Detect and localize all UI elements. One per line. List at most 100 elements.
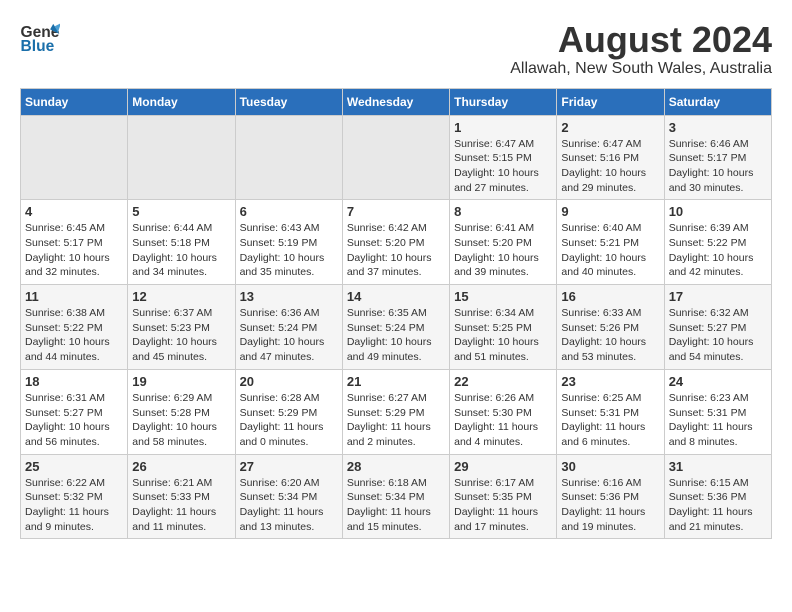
- day-info: Sunrise: 6:47 AMSunset: 5:16 PMDaylight:…: [561, 137, 659, 196]
- title-area: August 2024 Allawah, New South Wales, Au…: [510, 20, 772, 78]
- calendar-cell: 26Sunrise: 6:21 AMSunset: 5:33 PMDayligh…: [128, 454, 235, 539]
- calendar-cell: 9Sunrise: 6:40 AMSunset: 5:21 PMDaylight…: [557, 200, 664, 285]
- day-info: Sunrise: 6:39 AMSunset: 5:22 PMDaylight:…: [669, 221, 767, 280]
- day-number: 15: [454, 289, 552, 304]
- day-number: 24: [669, 374, 767, 389]
- day-number: 2: [561, 120, 659, 135]
- day-number: 5: [132, 204, 230, 219]
- calendar-cell: 4 Sunrise: 6:45 AMSunset: 5:17 PMDaylight…: [21, 200, 128, 285]
- day-number: 20: [240, 374, 338, 389]
- day-info: Sunrise: 6:15 AMSunset: 5:36 PMDaylight:…: [669, 476, 767, 535]
- calendar-cell: 15 Sunrise: 6:34 AMSunset: 5:25 PMDayligh…: [450, 285, 557, 370]
- day-number: 26: [132, 459, 230, 474]
- header-tuesday: Tuesday: [235, 88, 342, 115]
- day-info: Sunrise: 6:47 AMSunset: 5:15 PMDaylight:…: [454, 137, 552, 196]
- day-info: Sunrise: 6:26 AMSunset: 5:30 PMDaylight:…: [454, 391, 552, 450]
- logo-icon: General Blue: [20, 20, 60, 55]
- calendar-week-3: 18 Sunrise: 6:31 AMSunset: 5:27 PMDayligh…: [21, 369, 772, 454]
- calendar-table: Sunday Monday Tuesday Wednesday Thursday…: [20, 88, 772, 540]
- day-number: 31: [669, 459, 767, 474]
- calendar-cell: 22 Sunrise: 6:26 AMSunset: 5:30 PMDayligh…: [450, 369, 557, 454]
- header-thursday: Thursday: [450, 88, 557, 115]
- calendar-cell: 10 Sunrise: 6:39 AMSunset: 5:22 PMDayligh…: [664, 200, 771, 285]
- calendar-week-2: 11Sunrise: 6:38 AMSunset: 5:22 PMDayligh…: [21, 285, 772, 370]
- day-info: Sunrise: 6:22 AMSunset: 5:32 PMDaylight:…: [25, 476, 123, 535]
- calendar-cell: 12Sunrise: 6:37 AMSunset: 5:23 PMDayligh…: [128, 285, 235, 370]
- day-number: 16: [561, 289, 659, 304]
- day-info: Sunrise: 6:38 AMSunset: 5:22 PMDaylight:…: [25, 306, 123, 365]
- calendar-cell: 18 Sunrise: 6:31 AMSunset: 5:27 PMDayligh…: [21, 369, 128, 454]
- day-number: 22: [454, 374, 552, 389]
- day-number: 8: [454, 204, 552, 219]
- day-info: Sunrise: 6:18 AMSunset: 5:34 PMDaylight:…: [347, 476, 445, 535]
- day-info: Sunrise: 6:41 AMSunset: 5:20 PMDaylight:…: [454, 221, 552, 280]
- day-number: 18: [25, 374, 123, 389]
- day-info: Sunrise: 6:45 AMSunset: 5:17 PMDaylight:…: [25, 221, 123, 280]
- calendar-cell: 24 Sunrise: 6:23 AMSunset: 5:31 PMDayligh…: [664, 369, 771, 454]
- calendar-cell: 27Sunrise: 6:20 AMSunset: 5:34 PMDayligh…: [235, 454, 342, 539]
- calendar-cell: 1 Sunrise: 6:47 AMSunset: 5:15 PMDaylight…: [450, 115, 557, 200]
- calendar-cell: 7Sunrise: 6:42 AMSunset: 5:20 PMDaylight…: [342, 200, 449, 285]
- calendar-cell: 28 Sunrise: 6:18 AMSunset: 5:34 PMDayligh…: [342, 454, 449, 539]
- day-number: 17: [669, 289, 767, 304]
- calendar-cell: 31 Sunrise: 6:15 AMSunset: 5:36 PMDayligh…: [664, 454, 771, 539]
- day-info: Sunrise: 6:42 AMSunset: 5:20 PMDaylight:…: [347, 221, 445, 280]
- day-info: Sunrise: 6:28 AMSunset: 5:29 PMDaylight:…: [240, 391, 338, 450]
- header-sunday: Sunday: [21, 88, 128, 115]
- day-number: 25: [25, 459, 123, 474]
- header-wednesday: Wednesday: [342, 88, 449, 115]
- calendar-cell: 29Sunrise: 6:17 AMSunset: 5:35 PMDayligh…: [450, 454, 557, 539]
- day-info: Sunrise: 6:40 AMSunset: 5:21 PMDaylight:…: [561, 221, 659, 280]
- day-number: 1: [454, 120, 552, 135]
- calendar-cell: 25 Sunrise: 6:22 AMSunset: 5:32 PMDayligh…: [21, 454, 128, 539]
- calendar-week-0: 1 Sunrise: 6:47 AMSunset: 5:15 PMDaylight…: [21, 115, 772, 200]
- calendar-cell: 14 Sunrise: 6:35 AMSunset: 5:24 PMDayligh…: [342, 285, 449, 370]
- day-number: 10: [669, 204, 767, 219]
- day-info: Sunrise: 6:44 AMSunset: 5:18 PMDaylight:…: [132, 221, 230, 280]
- calendar-cell: 6Sunrise: 6:43 AMSunset: 5:19 PMDaylight…: [235, 200, 342, 285]
- calendar-cell: 16 Sunrise: 6:33 AMSunset: 5:26 PMDayligh…: [557, 285, 664, 370]
- day-info: Sunrise: 6:25 AMSunset: 5:31 PMDaylight:…: [561, 391, 659, 450]
- header-monday: Monday: [128, 88, 235, 115]
- day-number: 28: [347, 459, 445, 474]
- day-number: 21: [347, 374, 445, 389]
- calendar-cell: 11Sunrise: 6:38 AMSunset: 5:22 PMDayligh…: [21, 285, 128, 370]
- calendar-cell: 23 Sunrise: 6:25 AMSunset: 5:31 PMDayligh…: [557, 369, 664, 454]
- day-info: Sunrise: 6:31 AMSunset: 5:27 PMDaylight:…: [25, 391, 123, 450]
- day-info: Sunrise: 6:20 AMSunset: 5:34 PMDaylight:…: [240, 476, 338, 535]
- day-info: Sunrise: 6:43 AMSunset: 5:19 PMDaylight:…: [240, 221, 338, 280]
- calendar-cell: [342, 115, 449, 200]
- day-number: 30: [561, 459, 659, 474]
- day-info: Sunrise: 6:35 AMSunset: 5:24 PMDaylight:…: [347, 306, 445, 365]
- day-number: 4: [25, 204, 123, 219]
- day-info: Sunrise: 6:27 AMSunset: 5:29 PMDaylight:…: [347, 391, 445, 450]
- calendar-week-4: 25 Sunrise: 6:22 AMSunset: 5:32 PMDayligh…: [21, 454, 772, 539]
- calendar-cell: 5 Sunrise: 6:44 AMSunset: 5:18 PMDaylight…: [128, 200, 235, 285]
- day-info: Sunrise: 6:23 AMSunset: 5:31 PMDaylight:…: [669, 391, 767, 450]
- calendar-cell: 2 Sunrise: 6:47 AMSunset: 5:16 PMDaylight…: [557, 115, 664, 200]
- calendar-cell: [128, 115, 235, 200]
- day-info: Sunrise: 6:16 AMSunset: 5:36 PMDaylight:…: [561, 476, 659, 535]
- day-info: Sunrise: 6:46 AMSunset: 5:17 PMDaylight:…: [669, 137, 767, 196]
- calendar-cell: 3Sunrise: 6:46 AMSunset: 5:17 PMDaylight…: [664, 115, 771, 200]
- header-friday: Friday: [557, 88, 664, 115]
- day-number: 13: [240, 289, 338, 304]
- day-number: 14: [347, 289, 445, 304]
- day-number: 29: [454, 459, 552, 474]
- calendar-cell: 17 Sunrise: 6:32 AMSunset: 5:27 PMDayligh…: [664, 285, 771, 370]
- calendar-cell: [235, 115, 342, 200]
- day-info: Sunrise: 6:36 AMSunset: 5:24 PMDaylight:…: [240, 306, 338, 365]
- day-number: 19: [132, 374, 230, 389]
- day-info: Sunrise: 6:33 AMSunset: 5:26 PMDaylight:…: [561, 306, 659, 365]
- day-info: Sunrise: 6:37 AMSunset: 5:23 PMDaylight:…: [132, 306, 230, 365]
- calendar-cell: 30 Sunrise: 6:16 AMSunset: 5:36 PMDayligh…: [557, 454, 664, 539]
- day-info: Sunrise: 6:34 AMSunset: 5:25 PMDaylight:…: [454, 306, 552, 365]
- page-header: General Blue August 2024 Allawah, New So…: [20, 20, 772, 78]
- day-number: 23: [561, 374, 659, 389]
- day-info: Sunrise: 6:32 AMSunset: 5:27 PMDaylight:…: [669, 306, 767, 365]
- day-info: Sunrise: 6:29 AMSunset: 5:28 PMDaylight:…: [132, 391, 230, 450]
- calendar-cell: 19 Sunrise: 6:29 AMSunset: 5:28 PMDayligh…: [128, 369, 235, 454]
- month-year-title: August 2024: [510, 20, 772, 60]
- calendar-cell: 13 Sunrise: 6:36 AMSunset: 5:24 PMDayligh…: [235, 285, 342, 370]
- calendar-week-1: 4 Sunrise: 6:45 AMSunset: 5:17 PMDaylight…: [21, 200, 772, 285]
